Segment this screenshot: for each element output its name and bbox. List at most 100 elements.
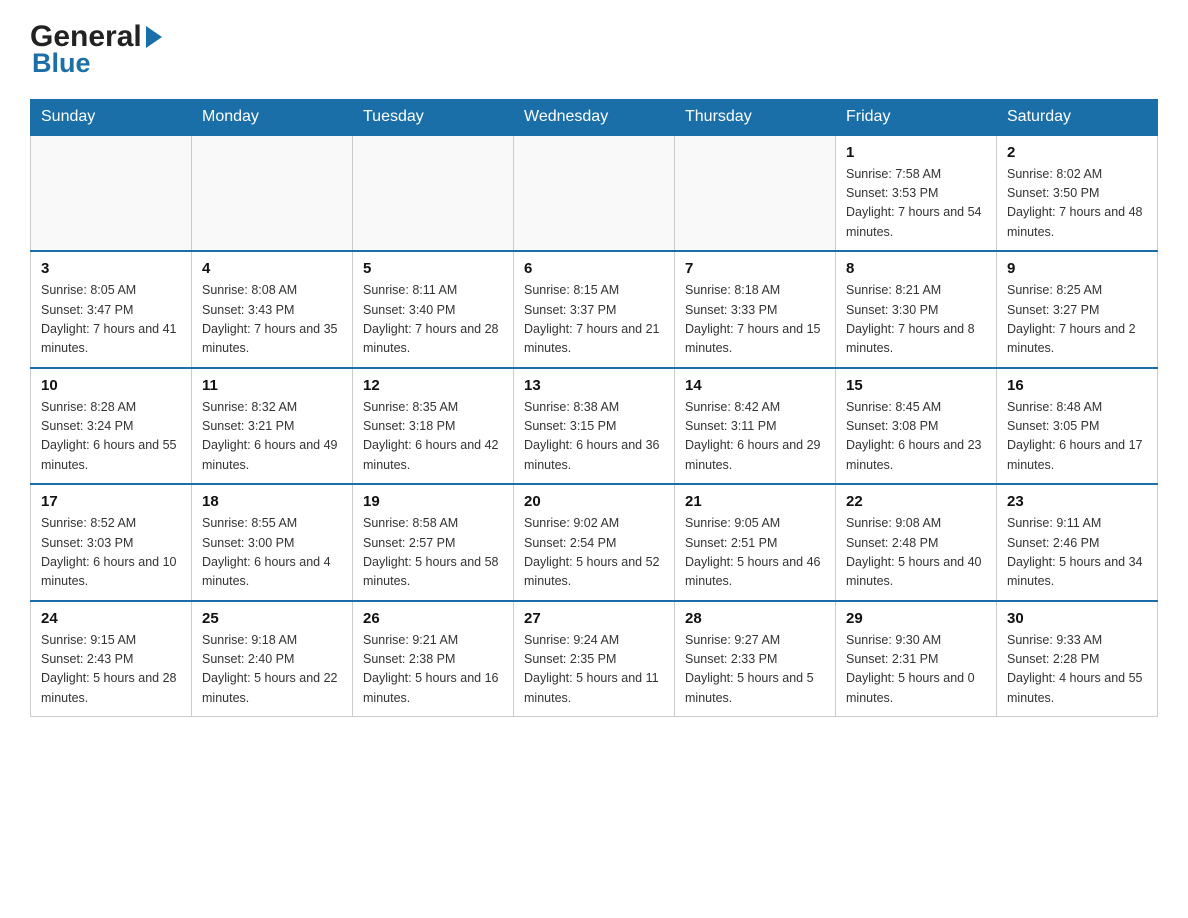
calendar-table: SundayMondayTuesdayWednesdayThursdayFrid… <box>30 99 1158 718</box>
calendar-week-row: 24 Sunrise: 9:15 AM Sunset: 2:43 PM Dayli… <box>31 601 1158 717</box>
calendar-cell: 23Sunrise: 9:11 AM Sunset: 2:46 PM Dayli… <box>997 484 1158 601</box>
calendar-cell: 10 Sunrise: 8:28 AM Sunset: 3:24 PM Dayli… <box>31 368 192 485</box>
calendar-cell: 16 Sunrise: 8:48 AM Sunset: 3:05 PM Dayli… <box>997 368 1158 485</box>
day-number: 13 <box>524 377 664 394</box>
day-number: 2 <box>1007 144 1147 161</box>
day-info: Sunrise: 9:05 AM Sunset: 2:51 PM Dayligh… <box>685 514 825 592</box>
calendar-cell: 14 Sunrise: 8:42 AM Sunset: 3:11 PM Dayli… <box>675 368 836 485</box>
day-of-week-header: Tuesday <box>353 99 514 135</box>
calendar-cell: 3Sunrise: 8:05 AM Sunset: 3:47 PM Daylig… <box>31 251 192 368</box>
day-number: 22 <box>846 493 986 510</box>
day-info: Sunrise: 9:11 AM Sunset: 2:46 PM Dayligh… <box>1007 514 1147 592</box>
day-number: 30 <box>1007 610 1147 627</box>
day-info: Sunrise: 8:32 AM Sunset: 3:21 PM Dayligh… <box>202 398 342 476</box>
day-info: Sunrise: 8:55 AM Sunset: 3:00 PM Dayligh… <box>202 514 342 592</box>
calendar-cell: 5Sunrise: 8:11 AM Sunset: 3:40 PM Daylig… <box>353 251 514 368</box>
day-info: Sunrise: 8:21 AM Sunset: 3:30 PM Dayligh… <box>846 281 986 359</box>
calendar-cell: 19 Sunrise: 8:58 AM Sunset: 2:57 PM Dayli… <box>353 484 514 601</box>
day-info: Sunrise: 8:15 AM Sunset: 3:37 PM Dayligh… <box>524 281 664 359</box>
logo: General Blue <box>30 20 162 79</box>
calendar-cell: 24 Sunrise: 9:15 AM Sunset: 2:43 PM Dayli… <box>31 601 192 717</box>
logo-arrow-icon <box>146 26 162 48</box>
day-info: Sunrise: 8:52 AM Sunset: 3:03 PM Dayligh… <box>41 514 181 592</box>
day-number: 6 <box>524 260 664 277</box>
calendar-cell: 12 Sunrise: 8:35 AM Sunset: 3:18 PM Dayli… <box>353 368 514 485</box>
day-info: Sunrise: 8:45 AM Sunset: 3:08 PM Dayligh… <box>846 398 986 476</box>
day-info: Sunrise: 9:08 AM Sunset: 2:48 PM Dayligh… <box>846 514 986 592</box>
day-number: 14 <box>685 377 825 394</box>
calendar-cell: 1Sunrise: 7:58 AM Sunset: 3:53 PM Daylig… <box>836 135 997 252</box>
day-number: 18 <box>202 493 342 510</box>
page-header: General Blue <box>30 20 1158 79</box>
day-info: Sunrise: 8:38 AM Sunset: 3:15 PM Dayligh… <box>524 398 664 476</box>
day-info: Sunrise: 9:24 AM Sunset: 2:35 PM Dayligh… <box>524 631 664 709</box>
calendar-cell: 25Sunrise: 9:18 AM Sunset: 2:40 PM Dayli… <box>192 601 353 717</box>
calendar-cell <box>353 135 514 252</box>
day-number: 4 <box>202 260 342 277</box>
day-info: Sunrise: 8:05 AM Sunset: 3:47 PM Dayligh… <box>41 281 181 359</box>
day-info: Sunrise: 9:33 AM Sunset: 2:28 PM Dayligh… <box>1007 631 1147 709</box>
logo-blue-text: Blue <box>30 49 162 79</box>
day-number: 24 <box>41 610 181 627</box>
day-info: Sunrise: 8:48 AM Sunset: 3:05 PM Dayligh… <box>1007 398 1147 476</box>
day-info: Sunrise: 8:28 AM Sunset: 3:24 PM Dayligh… <box>41 398 181 476</box>
day-number: 12 <box>363 377 503 394</box>
day-number: 29 <box>846 610 986 627</box>
calendar-cell: 28 Sunrise: 9:27 AM Sunset: 2:33 PM Dayli… <box>675 601 836 717</box>
calendar-cell: 29 Sunrise: 9:30 AM Sunset: 2:31 PM Dayli… <box>836 601 997 717</box>
calendar-header-row: SundayMondayTuesdayWednesdayThursdayFrid… <box>31 99 1158 135</box>
calendar-cell: 20 Sunrise: 9:02 AM Sunset: 2:54 PM Dayli… <box>514 484 675 601</box>
day-number: 17 <box>41 493 181 510</box>
day-number: 19 <box>363 493 503 510</box>
calendar-week-row: 17 Sunrise: 8:52 AM Sunset: 3:03 PM Dayli… <box>31 484 1158 601</box>
calendar-week-row: 1Sunrise: 7:58 AM Sunset: 3:53 PM Daylig… <box>31 135 1158 252</box>
calendar-cell <box>514 135 675 252</box>
calendar-cell: 7 Sunrise: 8:18 AM Sunset: 3:33 PM Daylig… <box>675 251 836 368</box>
day-info: Sunrise: 8:18 AM Sunset: 3:33 PM Dayligh… <box>685 281 825 359</box>
day-number: 9 <box>1007 260 1147 277</box>
day-number: 25 <box>202 610 342 627</box>
day-number: 20 <box>524 493 664 510</box>
day-info: Sunrise: 8:35 AM Sunset: 3:18 PM Dayligh… <box>363 398 503 476</box>
day-number: 15 <box>846 377 986 394</box>
calendar-cell: 11Sunrise: 8:32 AM Sunset: 3:21 PM Dayli… <box>192 368 353 485</box>
day-info: Sunrise: 9:21 AM Sunset: 2:38 PM Dayligh… <box>363 631 503 709</box>
day-number: 8 <box>846 260 986 277</box>
day-info: Sunrise: 9:27 AM Sunset: 2:33 PM Dayligh… <box>685 631 825 709</box>
day-number: 16 <box>1007 377 1147 394</box>
day-info: Sunrise: 8:58 AM Sunset: 2:57 PM Dayligh… <box>363 514 503 592</box>
calendar-week-row: 3Sunrise: 8:05 AM Sunset: 3:47 PM Daylig… <box>31 251 1158 368</box>
calendar-cell: 15 Sunrise: 8:45 AM Sunset: 3:08 PM Dayli… <box>836 368 997 485</box>
calendar-cell: 27 Sunrise: 9:24 AM Sunset: 2:35 PM Dayli… <box>514 601 675 717</box>
day-info: Sunrise: 9:15 AM Sunset: 2:43 PM Dayligh… <box>41 631 181 709</box>
day-number: 27 <box>524 610 664 627</box>
day-number: 26 <box>363 610 503 627</box>
calendar-cell <box>192 135 353 252</box>
calendar-cell: 4Sunrise: 8:08 AM Sunset: 3:43 PM Daylig… <box>192 251 353 368</box>
calendar-cell: 13 Sunrise: 8:38 AM Sunset: 3:15 PM Dayli… <box>514 368 675 485</box>
day-number: 28 <box>685 610 825 627</box>
day-number: 7 <box>685 260 825 277</box>
calendar-week-row: 10 Sunrise: 8:28 AM Sunset: 3:24 PM Dayli… <box>31 368 1158 485</box>
calendar-cell: 8 Sunrise: 8:21 AM Sunset: 3:30 PM Daylig… <box>836 251 997 368</box>
calendar-cell: 26 Sunrise: 9:21 AM Sunset: 2:38 PM Dayli… <box>353 601 514 717</box>
day-info: Sunrise: 9:02 AM Sunset: 2:54 PM Dayligh… <box>524 514 664 592</box>
day-of-week-header: Saturday <box>997 99 1158 135</box>
calendar-cell: 2 Sunrise: 8:02 AM Sunset: 3:50 PM Daylig… <box>997 135 1158 252</box>
day-info: Sunrise: 8:25 AM Sunset: 3:27 PM Dayligh… <box>1007 281 1147 359</box>
calendar-cell <box>675 135 836 252</box>
day-number: 21 <box>685 493 825 510</box>
day-info: Sunrise: 8:11 AM Sunset: 3:40 PM Dayligh… <box>363 281 503 359</box>
day-of-week-header: Wednesday <box>514 99 675 135</box>
calendar-cell: 22 Sunrise: 9:08 AM Sunset: 2:48 PM Dayli… <box>836 484 997 601</box>
day-info: Sunrise: 8:02 AM Sunset: 3:50 PM Dayligh… <box>1007 165 1147 243</box>
day-of-week-header: Monday <box>192 99 353 135</box>
day-of-week-header: Friday <box>836 99 997 135</box>
calendar-cell: 9 Sunrise: 8:25 AM Sunset: 3:27 PM Daylig… <box>997 251 1158 368</box>
day-of-week-header: Sunday <box>31 99 192 135</box>
day-info: Sunrise: 8:42 AM Sunset: 3:11 PM Dayligh… <box>685 398 825 476</box>
day-number: 10 <box>41 377 181 394</box>
calendar-cell: 21 Sunrise: 9:05 AM Sunset: 2:51 PM Dayli… <box>675 484 836 601</box>
day-info: Sunrise: 9:30 AM Sunset: 2:31 PM Dayligh… <box>846 631 986 709</box>
day-of-week-header: Thursday <box>675 99 836 135</box>
